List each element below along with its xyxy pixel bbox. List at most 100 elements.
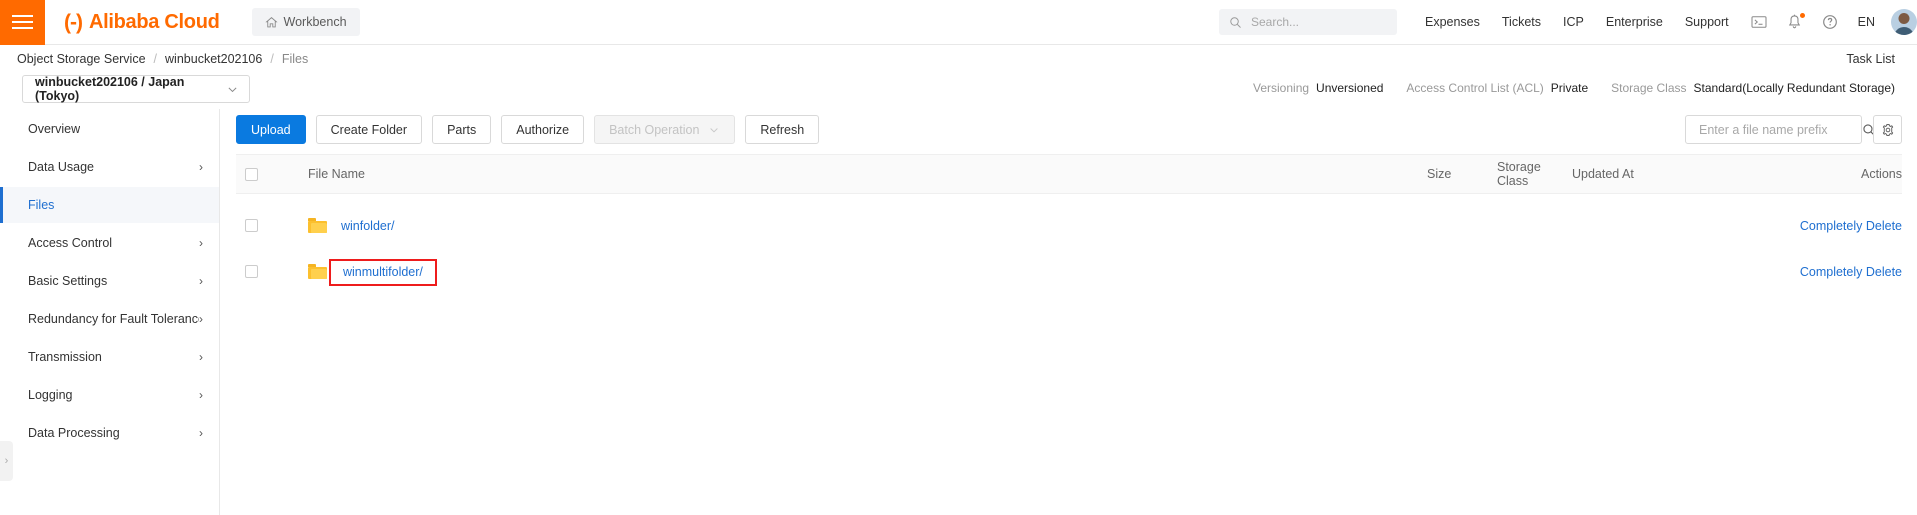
breadcrumb-item-service[interactable]: Object Storage Service [17,52,146,66]
file-prefix-search-input[interactable] [1697,121,1862,138]
nav-link-support[interactable]: Support [1685,15,1729,29]
sidebar-item-overview[interactable]: Overview [0,111,219,147]
sidebar-item-label: Data Processing [28,426,120,440]
table-row: winfolder/ Completely Delete [236,211,1902,240]
help-circle-icon[interactable] [1822,14,1838,30]
chevron-right-icon: › [199,274,203,288]
row-checkbox[interactable] [245,265,258,278]
breadcrumb-separator: / [270,52,274,66]
sidebar: Overview Data Usage › Files Access Contr… [0,109,220,515]
top-nav-links: Expenses Tickets ICP Enterprise Support [1425,15,1729,29]
notification-dot [1799,13,1805,18]
chevron-right-icon: › [199,350,203,364]
terminal-icon[interactable] [1751,15,1767,29]
chevron-right-icon: › [199,160,203,174]
nav-link-expenses[interactable]: Expenses [1425,15,1480,29]
file-name-link[interactable]: winfolder/ [341,219,395,233]
create-folder-button[interactable]: Create Folder [315,115,423,144]
sidebar-item-transmission[interactable]: Transmission › [0,339,219,375]
completely-delete-link[interactable]: Completely Delete [1800,265,1902,279]
chevron-down-icon [226,83,239,96]
language-selector[interactable]: EN [1858,15,1875,29]
sidebar-item-data-usage[interactable]: Data Usage › [0,149,219,185]
brand-name: Alibaba Cloud [88,11,220,33]
breadcrumb-bar: Object Storage Service / winbucket202106… [0,45,1917,73]
batch-operation-label: Batch Operation [609,122,700,137]
task-list-link[interactable]: Task List [1846,52,1895,66]
user-avatar[interactable] [1891,9,1917,35]
sidebar-item-redundancy[interactable]: Redundancy for Fault Tolerance › [0,301,219,337]
chevron-down-icon [708,124,720,136]
authorize-button[interactable]: Authorize [501,115,585,144]
sidebar-item-label: Overview [28,122,81,136]
chevron-right-icon: › [199,426,203,440]
sidebar-item-label: Redundancy for Fault Tolerance [28,312,199,326]
sidebar-item-label: Files [28,198,55,212]
chevron-right-icon: › [199,236,203,250]
breadcrumb-item-files: Files [281,52,309,66]
parts-button[interactable]: Parts [432,115,492,144]
column-header-updated-at: Updated At [1572,167,1634,181]
breadcrumb-separator: / [153,52,158,66]
search-icon [1229,16,1242,29]
row-checkbox[interactable] [245,219,258,232]
file-prefix-search-box[interactable] [1685,115,1875,144]
brand-logo[interactable]: (-) Alibaba Cloud [64,12,220,33]
breadcrumb-item-bucket[interactable]: winbucket202106 [165,52,262,66]
alibaba-cloud-mark-icon: (-) [64,10,83,34]
row-file-name-cell: winmultifolder/ [272,258,1427,286]
avatar-face [1898,13,1910,24]
sidebar-item-label: Basic Settings [28,274,108,288]
sidebar-item-label: Logging [28,388,73,402]
nav-link-enterprise[interactable]: Enterprise [1606,15,1663,29]
workbench-button[interactable]: Workbench [251,8,360,36]
column-header-file-name: File Name [308,167,365,181]
chevron-right-icon: › [199,388,203,402]
select-all-checkbox[interactable] [245,167,258,181]
sidebar-item-access-control[interactable]: Access Control › [0,225,219,261]
gear-icon [1881,123,1895,137]
sidebar-item-data-processing[interactable]: Data Processing › [0,415,219,451]
workbench-label: Workbench [283,15,347,29]
meta-label-versioning: Versioning [1253,81,1310,95]
bell-icon[interactable] [1787,13,1805,30]
file-name-link[interactable]: winmultifolder/ [343,265,423,279]
top-navigation-bar: (-) Alibaba Cloud Workbench Expenses Tic… [0,0,1917,45]
global-search-box[interactable] [1218,9,1397,35]
files-table: File Name Size Storage Class Updated At … [236,154,1902,286]
batch-operation-dropdown: Batch Operation [594,115,736,144]
main-content: Upload Create Folder Parts Authorize Bat… [221,109,1917,515]
bucket-header-bar: winbucket202106 / Japan (Tokyo) Versioni… [0,73,1917,109]
completely-delete-link[interactable]: Completely Delete [1800,219,1902,233]
table-row: winmultifolder/ Completely Delete [236,257,1902,286]
sidebar-item-label: Access Control [28,236,113,250]
sidebar-item-label: Data Usage [28,160,95,174]
folder-icon [308,264,327,279]
sidebar-collapse-handle[interactable]: › [0,441,13,481]
breadcrumb: Object Storage Service / winbucket202106… [17,52,308,66]
sidebar-item-logging[interactable]: Logging › [0,377,219,413]
hamburger-menu-icon[interactable] [0,0,45,45]
meta-label-storage-class: Storage Class [1611,81,1687,95]
refresh-button[interactable]: Refresh [745,115,820,144]
bucket-selector-dropdown[interactable]: winbucket202106 / Japan (Tokyo) [22,75,250,103]
global-search-input[interactable] [1248,14,1387,30]
sidebar-item-files[interactable]: Files [0,187,219,223]
column-header-size: Size [1427,167,1452,181]
column-header-actions: Actions [1861,167,1902,181]
highlight-box: winmultifolder/ [329,258,437,286]
column-header-storage-class: Storage Class [1497,159,1541,188]
nav-link-tickets[interactable]: Tickets [1502,15,1541,29]
nav-link-icp[interactable]: ICP [1563,15,1584,29]
row-actions-cell: Completely Delete [1782,219,1902,233]
row-select-cell [236,265,272,278]
select-all-cell [236,167,272,181]
table-header-row: File Name Size Storage Class Updated At … [236,154,1902,194]
meta-value-storage-class: Standard(Locally Redundant Storage) [1693,81,1895,95]
sidebar-item-label: Transmission [28,350,102,364]
sidebar-item-basic-settings[interactable]: Basic Settings › [0,263,219,299]
top-icon-group: EN [1751,13,1875,30]
table-settings-button[interactable] [1873,115,1902,144]
upload-button[interactable]: Upload [236,115,306,144]
row-file-name-cell: winfolder/ [272,218,1427,233]
